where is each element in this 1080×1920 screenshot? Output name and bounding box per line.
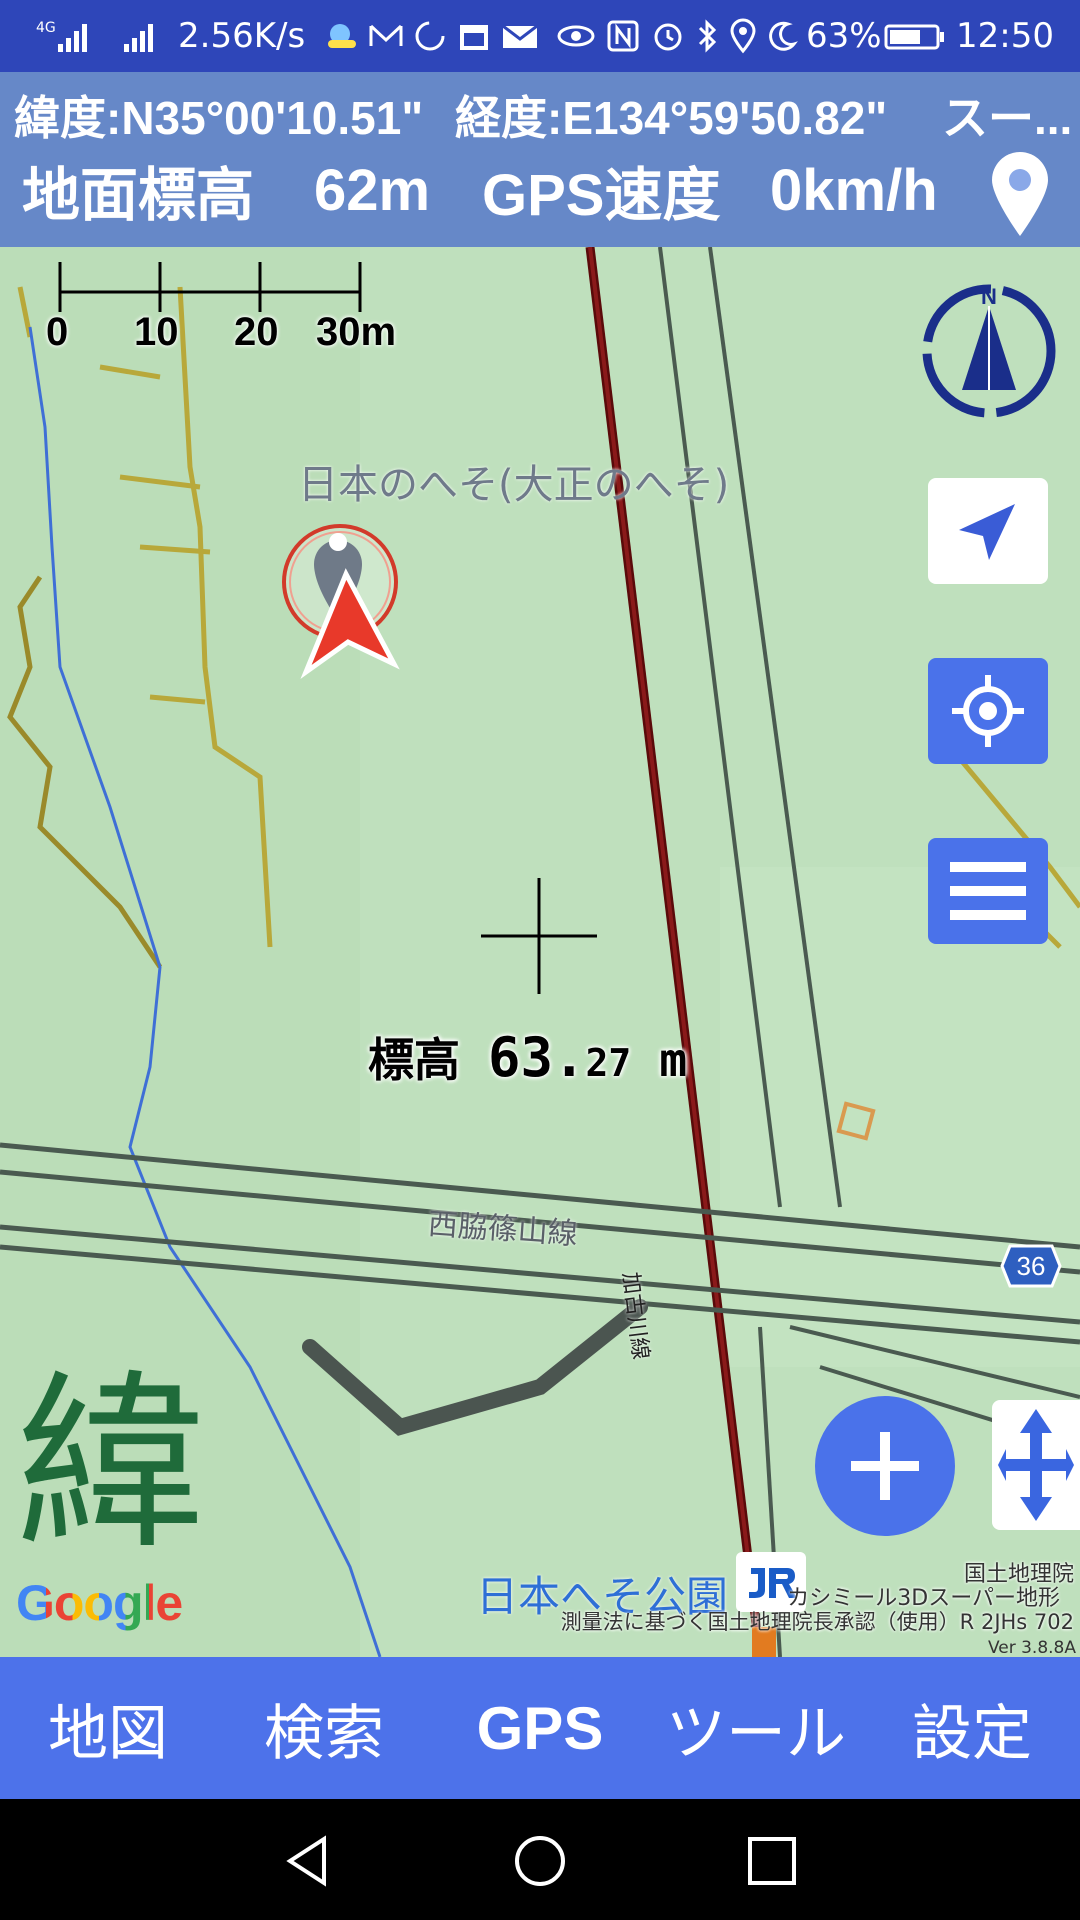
plus-icon bbox=[851, 1432, 919, 1500]
network-speed: 2.56K/s bbox=[178, 16, 306, 56]
mail-icon bbox=[368, 0, 404, 72]
bottom-nav: 地図 検索 GPS ツール 設定 bbox=[0, 1657, 1080, 1799]
moon-icon bbox=[766, 0, 798, 72]
map-big-kanji: 緯 bbox=[16, 1354, 207, 1575]
nav-gps[interactable]: GPS bbox=[432, 1694, 648, 1763]
system-nav-bar bbox=[0, 1799, 1080, 1920]
ground-elevation-value: 62m bbox=[314, 157, 431, 223]
nav-tools[interactable]: ツール bbox=[648, 1685, 864, 1772]
alarm-icon bbox=[650, 0, 686, 72]
recents-button[interactable] bbox=[744, 1833, 800, 1893]
home-circle-icon bbox=[515, 1836, 565, 1886]
poi-marker-icon[interactable] bbox=[276, 512, 406, 682]
header-extra-text: スー... bbox=[942, 92, 1072, 144]
back-button[interactable] bbox=[280, 1833, 336, 1893]
hamburger-menu-icon bbox=[950, 862, 1026, 920]
latitude-readout: 緯度:N35°00'10.51" bbox=[14, 92, 424, 144]
status-bar: 4G 2.56K/s 63% 12:50 bbox=[0, 0, 1080, 72]
center-elevation-unit: m bbox=[659, 1033, 688, 1087]
route-shield: 36 bbox=[1000, 1244, 1062, 1288]
location-icon bbox=[728, 0, 758, 72]
compass-north-label: N bbox=[981, 284, 997, 309]
signal-icon bbox=[122, 0, 162, 72]
version-label: Ver 3.8.8A bbox=[987, 1638, 1076, 1658]
navigation-arrow-icon bbox=[959, 504, 1015, 560]
scale-tick-label: 20 bbox=[234, 310, 279, 354]
calendar-icon bbox=[456, 0, 492, 72]
home-button[interactable] bbox=[512, 1833, 568, 1893]
battery-percent: 63% bbox=[806, 16, 882, 56]
google-logo: Google bbox=[16, 1574, 183, 1632]
compass-icon[interactable]: N bbox=[918, 280, 1060, 422]
battery-icon bbox=[884, 0, 946, 72]
google-logo-text: Google bbox=[16, 1575, 183, 1631]
scale-tick-label: 30m bbox=[316, 310, 397, 354]
my-location-button[interactable] bbox=[928, 658, 1048, 764]
back-triangle-icon bbox=[286, 1835, 326, 1887]
menu-button[interactable] bbox=[928, 838, 1048, 944]
route-number: 36 bbox=[1017, 1251, 1046, 1281]
zoom-in-button[interactable] bbox=[815, 1396, 955, 1536]
svg-text:4G: 4G bbox=[36, 20, 56, 36]
map-pin-icon[interactable] bbox=[988, 150, 1052, 238]
envelope-icon bbox=[500, 0, 540, 72]
cell-signal-icon: 4G bbox=[36, 0, 98, 72]
pan-button[interactable] bbox=[992, 1400, 1080, 1530]
nav-map[interactable]: 地図 bbox=[0, 1685, 216, 1772]
center-elevation-label: 標高 bbox=[368, 1033, 460, 1087]
gps-speed-value: 0km/h bbox=[770, 157, 938, 223]
attribution-survey: 測量法に基づく国土地理院長承認（使用）R 2JHs 702 bbox=[560, 1610, 1074, 1634]
clock: 12:50 bbox=[956, 16, 1054, 56]
nav-settings[interactable]: 設定 bbox=[864, 1685, 1080, 1772]
longitude-readout: 経度:E134°59'50.82" bbox=[455, 92, 888, 144]
navigate-button[interactable] bbox=[928, 478, 1048, 584]
move-arrows-icon bbox=[998, 1409, 1074, 1521]
ground-elevation-label: 地面標高 bbox=[22, 163, 255, 228]
weather-icon bbox=[322, 0, 362, 72]
center-elevation: 標高 63. 27 m bbox=[368, 1024, 687, 1090]
map-center-crosshair bbox=[481, 878, 597, 994]
gps-speed-label: GPS速度 bbox=[482, 163, 721, 228]
recents-square-icon bbox=[748, 1837, 796, 1885]
bluetooth-icon bbox=[694, 0, 720, 72]
scale-tick-label: 10 bbox=[134, 310, 179, 354]
center-elevation-decimal: 27 bbox=[585, 1041, 632, 1085]
nfc-icon bbox=[606, 0, 640, 72]
sync-icon bbox=[412, 0, 448, 72]
place-name-label: 日本のへそ(大正のへそ) bbox=[298, 462, 730, 508]
nav-search[interactable]: 検索 bbox=[216, 1685, 432, 1772]
scale-tick-label: 0 bbox=[46, 310, 69, 354]
center-elevation-integer: 63. bbox=[488, 1026, 586, 1089]
crosshair-target-icon bbox=[952, 675, 1024, 747]
eye-icon bbox=[556, 0, 596, 72]
